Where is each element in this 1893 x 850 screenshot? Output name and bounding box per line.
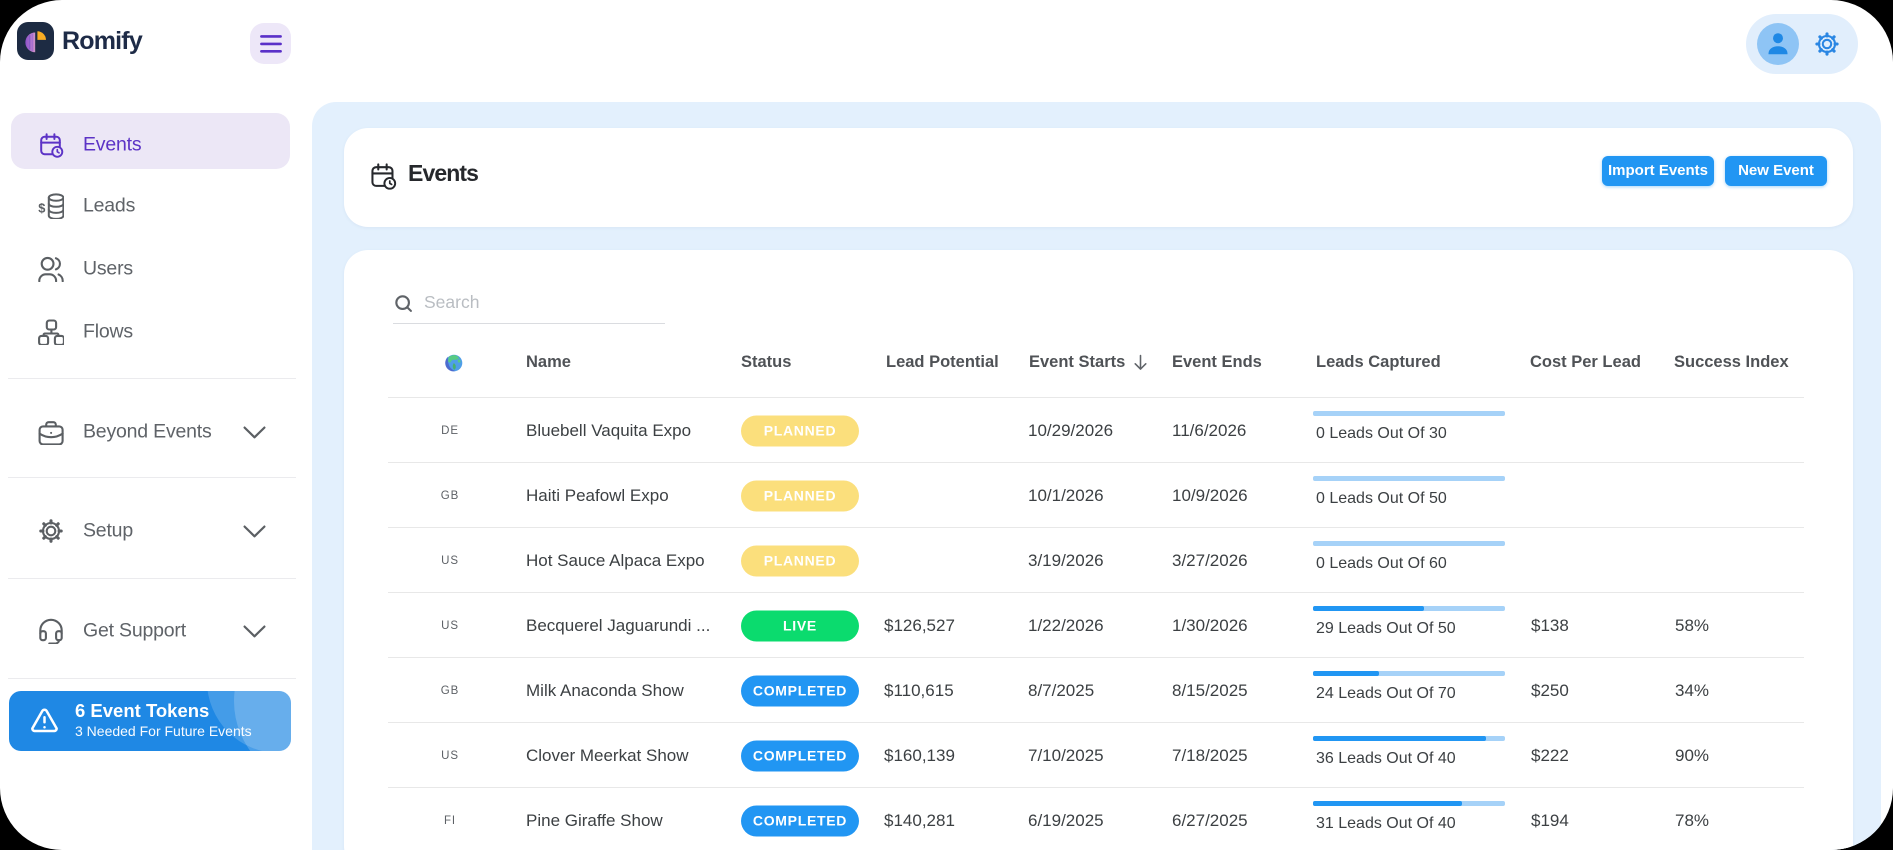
svg-text:$: $ (38, 200, 45, 215)
